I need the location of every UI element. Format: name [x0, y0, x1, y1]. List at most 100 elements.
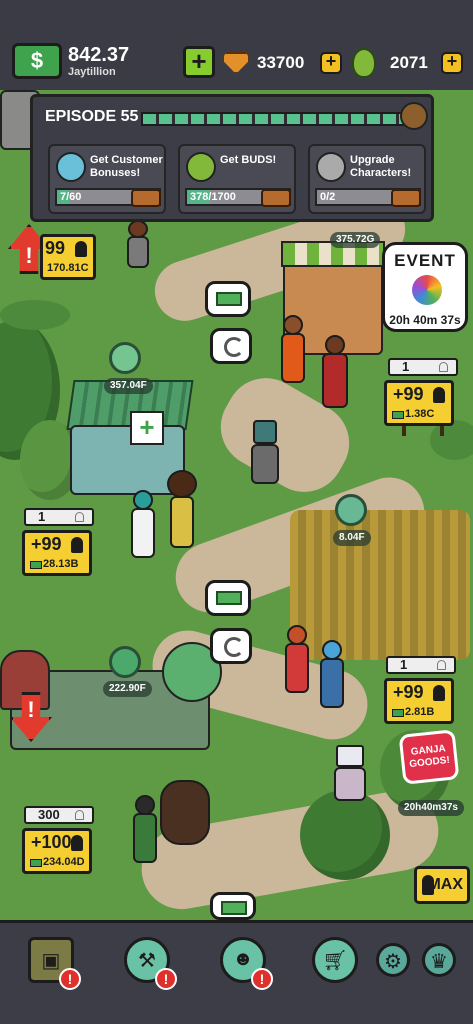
character-farmer[interactable]	[283, 625, 311, 695]
add-gems-button[interactable]: +	[320, 52, 342, 74]
upgrade-level: +99	[393, 682, 424, 702]
task-label: Get BUDS!	[220, 154, 277, 166]
character-farmer-blue[interactable]	[318, 640, 346, 710]
money-icon: $	[12, 43, 62, 79]
cycle-icon	[224, 637, 244, 657]
character-afro[interactable]	[165, 470, 199, 550]
upgrade-tag-right-1[interactable]: +99 1.38C	[384, 380, 454, 426]
swap-bubble[interactable]	[210, 628, 252, 664]
upgrade-cost: 2.81B	[405, 706, 435, 718]
factory-production-badge[interactable]	[109, 646, 141, 678]
worker-count-pill: 300	[24, 806, 94, 824]
character-body	[131, 508, 155, 558]
cash-icon	[30, 859, 42, 867]
episode-panel[interactable]: EPISODE 55 Get Customer Bonuses! 7/60 Ge…	[30, 94, 434, 222]
cash-icon	[30, 561, 42, 569]
person-outline-icon	[437, 660, 446, 670]
character-merchant[interactable]	[278, 315, 308, 385]
task-card-get-buds[interactable]: Get BUDS! 378/1700	[178, 144, 296, 214]
swap-bubble[interactable]	[210, 328, 252, 364]
reward-chest-icon	[131, 189, 161, 207]
task-progress-text: 0/2	[320, 191, 336, 203]
add-buds-button[interactable]: +	[441, 52, 463, 74]
task-progress-text: 7/60	[60, 191, 82, 203]
collect-cash-bubble[interactable]	[210, 892, 256, 920]
bush	[0, 300, 70, 330]
character-robot[interactable]	[245, 410, 285, 490]
episode-title: EPISODE 55	[45, 108, 139, 125]
ganja-goods-timer: 20h40m37s	[398, 800, 464, 816]
person-icon	[422, 875, 434, 895]
character-gorilla[interactable]	[160, 780, 210, 850]
event-timer: 20h 40m 37s	[389, 313, 461, 327]
weed-field[interactable]	[290, 510, 470, 660]
upgrade-cost: 170.81C	[47, 262, 89, 274]
upgrade-level: 99	[45, 238, 66, 258]
ganja-goods-button[interactable]: GANJA GOODS!	[398, 729, 460, 785]
person-outline-icon	[439, 362, 448, 372]
task-card-customer-bonuses[interactable]: Get Customer Bonuses! 7/60	[48, 144, 166, 214]
collect-cash-bubble[interactable]	[205, 580, 251, 616]
character-icon: ☻	[232, 948, 254, 970]
cash-stack-icon	[216, 591, 242, 605]
character-vendor[interactable]	[318, 335, 352, 410]
character-body	[320, 658, 344, 708]
character-head	[133, 490, 153, 510]
character-body	[160, 780, 210, 845]
character-body	[281, 333, 305, 383]
trophy-icon: ♛	[430, 951, 448, 973]
worker-count: 300	[38, 807, 60, 822]
nav-cash-register-button[interactable]: ▣ !	[28, 937, 81, 990]
collect-cash-bubble[interactable]	[205, 281, 251, 317]
upgrade-tag-left-3[interactable]: +100 234.04D	[22, 828, 92, 874]
task-card-upgrade-characters[interactable]: Upgrade Characters! 0/2	[308, 144, 426, 214]
person-icon	[433, 387, 445, 403]
add-money-button[interactable]: +	[183, 46, 215, 78]
character-head	[167, 470, 197, 498]
character-head	[253, 420, 277, 444]
trophy-button[interactable]: ♛	[422, 943, 456, 977]
event-button[interactable]: EVENT 20h 40m 37s	[382, 242, 468, 332]
cash-icon	[392, 411, 404, 419]
settings-button[interactable]: ⚙	[376, 943, 410, 977]
shopping-cart-icon: 🛒︎	[322, 950, 348, 972]
upgrade-cost: 234.04D	[43, 856, 85, 868]
task-progress-text: 378/1700	[190, 191, 236, 203]
upgrade-tag-left-2[interactable]: +99 28.13B	[22, 530, 92, 576]
task-label: Upgrade Characters!	[350, 154, 412, 179]
nav-build-button[interactable]: ⚒ !	[124, 937, 177, 990]
character-head	[135, 795, 155, 815]
reward-chest-icon	[261, 189, 291, 207]
upgrade-level: +99	[393, 384, 424, 404]
rainbow-leaf-icon	[412, 275, 442, 305]
gear-icon: ⚙	[384, 951, 402, 973]
worker-count-pill: 1	[24, 508, 94, 526]
character-background[interactable]	[125, 220, 151, 270]
task-label: Get Customer Bonuses!	[90, 154, 163, 179]
nav-shop-button[interactable]: 🛒︎	[312, 937, 358, 983]
character-head	[322, 640, 342, 660]
person-outline-icon	[75, 810, 84, 820]
upgrade-tag-top-left[interactable]: 99 170.81C	[40, 234, 96, 280]
person-icon	[71, 835, 83, 851]
bud-icon	[352, 48, 376, 78]
character-body	[334, 767, 366, 801]
shop-production-badge[interactable]	[109, 342, 141, 374]
gem-icon	[222, 52, 250, 74]
notification-badge: !	[155, 968, 177, 990]
max-button[interactable]: MAX	[414, 866, 470, 904]
nav-characters-button[interactable]: ☻ !	[220, 937, 273, 990]
notification-badge: !	[251, 968, 273, 990]
worker-count: 1	[38, 509, 46, 524]
person-icon	[75, 241, 87, 257]
cycle-icon	[224, 337, 244, 357]
character-tv-goat[interactable]	[330, 745, 370, 805]
character-customer[interactable]	[128, 490, 158, 560]
money-amount: 842.37	[68, 44, 130, 66]
tag-post	[402, 426, 406, 436]
reward-chest-icon[interactable]	[400, 102, 428, 130]
upgrade-tag-right-2[interactable]: +99 2.81B	[384, 678, 454, 724]
character-worker[interactable]	[130, 795, 160, 865]
field-production-badge[interactable]	[335, 494, 367, 526]
character-body	[251, 444, 279, 484]
